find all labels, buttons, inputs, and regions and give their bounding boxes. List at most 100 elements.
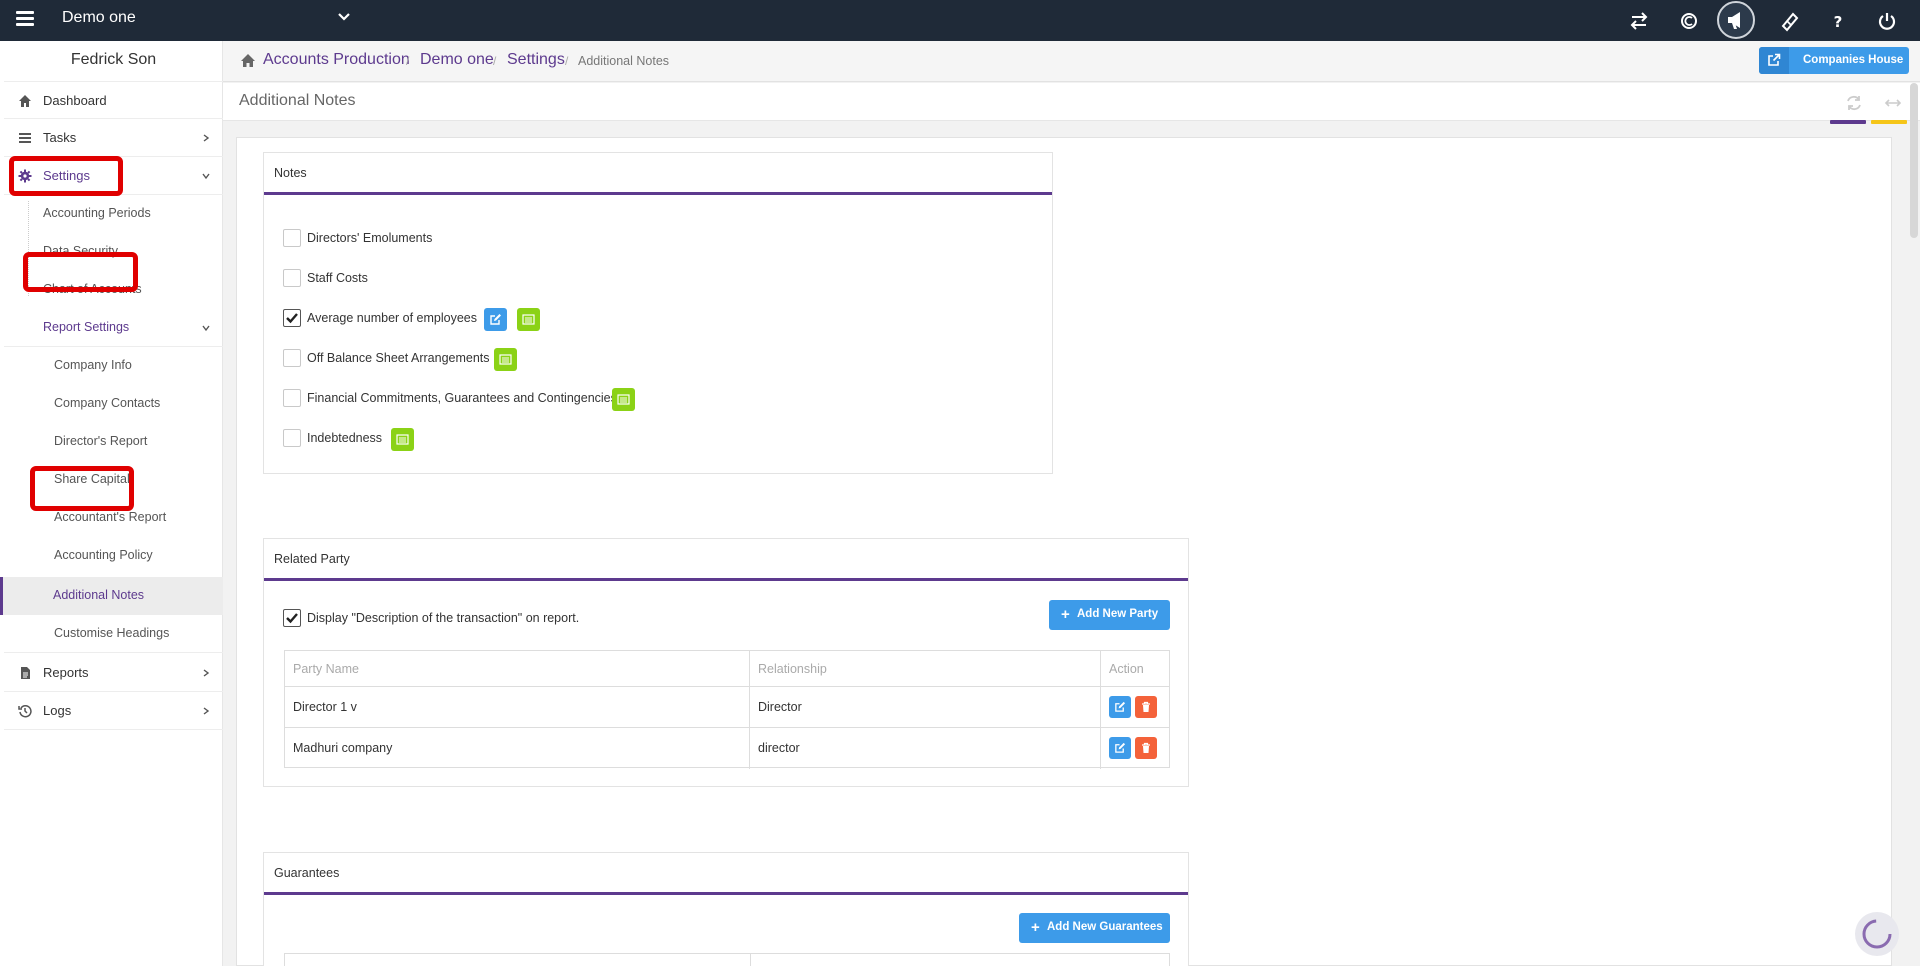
ticket-icon[interactable] [1775,8,1801,34]
expand-horizontal-icon[interactable] [1884,95,1902,111]
related-party-table: Party Name Relationship Action Director … [284,650,1170,769]
external-link-icon [1768,53,1781,66]
add-new-guarantees-button[interactable]: + Add New Guarantees [1019,913,1170,943]
edit-party-button[interactable] [1109,737,1131,759]
plus-icon: + [1031,919,1040,936]
note-label: Indebtedness [307,431,383,445]
checkbox-financial-commitments[interactable] [283,389,301,407]
top-navbar: Demo one ? [0,0,1920,41]
view-note-button[interactable] [612,388,635,411]
sidebar-item-label: Dashboard [43,93,107,108]
sidebar-item-label: Director's Report [54,434,148,448]
list-icon [522,314,535,325]
trash-icon [1142,742,1150,753]
company-selector[interactable]: Demo one [62,9,136,27]
view-note-button[interactable] [391,428,414,451]
home-icon [19,95,31,107]
highlight-box-additional-notes [30,466,134,511]
column-header-party-name: Party Name [293,662,359,676]
column-header-relationship: Relationship [758,662,827,676]
table-row: Madhuri company director [285,728,1169,769]
checkbox-average-number-of-employees[interactable] [283,309,301,327]
svg-text:?: ? [1834,13,1843,31]
delete-party-button[interactable] [1135,696,1157,718]
megaphone-icon[interactable] [1717,1,1755,39]
coin-icon[interactable] [1676,8,1702,34]
delete-party-button[interactable] [1135,737,1157,759]
note-label: Average number of employees [307,311,478,325]
list-icon [396,434,409,445]
checkbox-indebtedness[interactable] [283,429,301,447]
note-label: Staff Costs [307,271,368,285]
companies-house-button[interactable]: Companies House [1759,47,1909,74]
checkbox-staff-costs[interactable] [283,269,301,287]
chevron-down-icon[interactable] [335,8,353,26]
sidebar-item-label: Logs [43,703,72,718]
breadcrumb-separator: / [493,54,497,68]
relationship-cell: director [758,741,800,755]
sidebar-item-company-info[interactable]: Company Info [4,347,223,385]
chevron-right-icon [203,669,210,677]
party-name-cell: Director 1 v [293,700,357,714]
home-icon[interactable] [240,53,256,68]
sidebar-item-reports[interactable]: Reports [4,654,223,692]
help-icon[interactable]: ? [1825,8,1851,34]
checkbox-display-description[interactable] [283,609,301,627]
tasks-icon [19,133,31,143]
sidebar-item-customise-headings[interactable]: Customise Headings [4,615,223,653]
chevron-right-icon [203,134,210,142]
sidebar-item-tasks[interactable]: Tasks [4,119,223,157]
table-header-row: Party Name Relationship Action [285,651,1169,687]
view-note-button[interactable] [517,308,540,331]
page-header: Additional Notes [223,83,1920,121]
checkbox-off-balance-sheet-arrangements[interactable] [283,349,301,367]
checkbox-directors-emoluments[interactable] [283,229,301,247]
refresh-underline [1830,120,1866,124]
list-icon [499,354,512,365]
sidebar-item-label: Accounting Periods [43,206,151,220]
sidebar-item-directors-report[interactable]: Director's Report [4,423,223,461]
transfer-icon[interactable] [1626,8,1652,34]
power-icon[interactable] [1874,8,1900,34]
history-icon [18,705,32,718]
sidebar-item-accounting-periods[interactable]: Accounting Periods [4,195,223,233]
content-panel: Notes Directors' Emoluments Staff Costs … [236,137,1892,966]
chevron-right-icon [203,707,210,715]
breadcrumb-link-accounts-production[interactable]: Accounts Production [263,51,410,69]
page-title: Additional Notes [239,92,356,109]
refresh-icon[interactable] [1845,95,1863,111]
breadcrumb-link-settings[interactable]: Settings [507,51,565,69]
breadcrumb-link-demo-one[interactable]: Demo one [420,51,494,69]
column-header-action: Action [1109,662,1144,676]
highlight-box-settings [9,156,123,196]
sidebar-item-dashboard[interactable]: Dashboard [4,81,223,119]
sidebar-item-additional-notes[interactable]: Additional Notes [0,577,223,615]
highlight-box-report-settings [23,252,138,292]
guarantees-table [284,953,1170,966]
note-label: Financial Commitments, Guarantees and Co… [307,391,617,405]
view-note-button[interactable] [494,348,517,371]
sidebar-item-label: Company Contacts [54,396,161,410]
edit-icon [1115,701,1126,712]
edit-note-button[interactable] [484,308,507,331]
chevron-down-icon [202,173,210,180]
sidebar-item-company-contacts[interactable]: Company Contacts [4,385,223,423]
sidebar-item-logs[interactable]: Logs [4,692,223,730]
checkmark-icon [286,313,298,324]
sidebar-item-report-settings[interactable]: Report Settings [4,309,223,347]
edit-party-button[interactable] [1109,696,1131,718]
expand-underline [1871,120,1907,124]
related-party-card: Related Party Display "Description of th… [263,538,1189,787]
add-new-party-button[interactable]: + Add New Party [1049,600,1170,630]
sidebar-item-accounting-policy[interactable]: Accounting Policy [4,537,223,575]
edit-icon [1115,742,1126,753]
guarantees-card-title: Guarantees [274,866,340,880]
document-icon [21,667,30,679]
sidebar-item-label: Additional Notes [53,588,145,602]
hamburger-menu-icon[interactable] [16,11,34,27]
guarantees-card: Guarantees + Add New Guarantees [263,852,1189,966]
vertical-scrollbar[interactable] [1910,83,1918,238]
edit-icon [490,314,501,325]
relationship-cell: Director [758,700,802,714]
chat-widget-icon[interactable] [1855,912,1899,956]
